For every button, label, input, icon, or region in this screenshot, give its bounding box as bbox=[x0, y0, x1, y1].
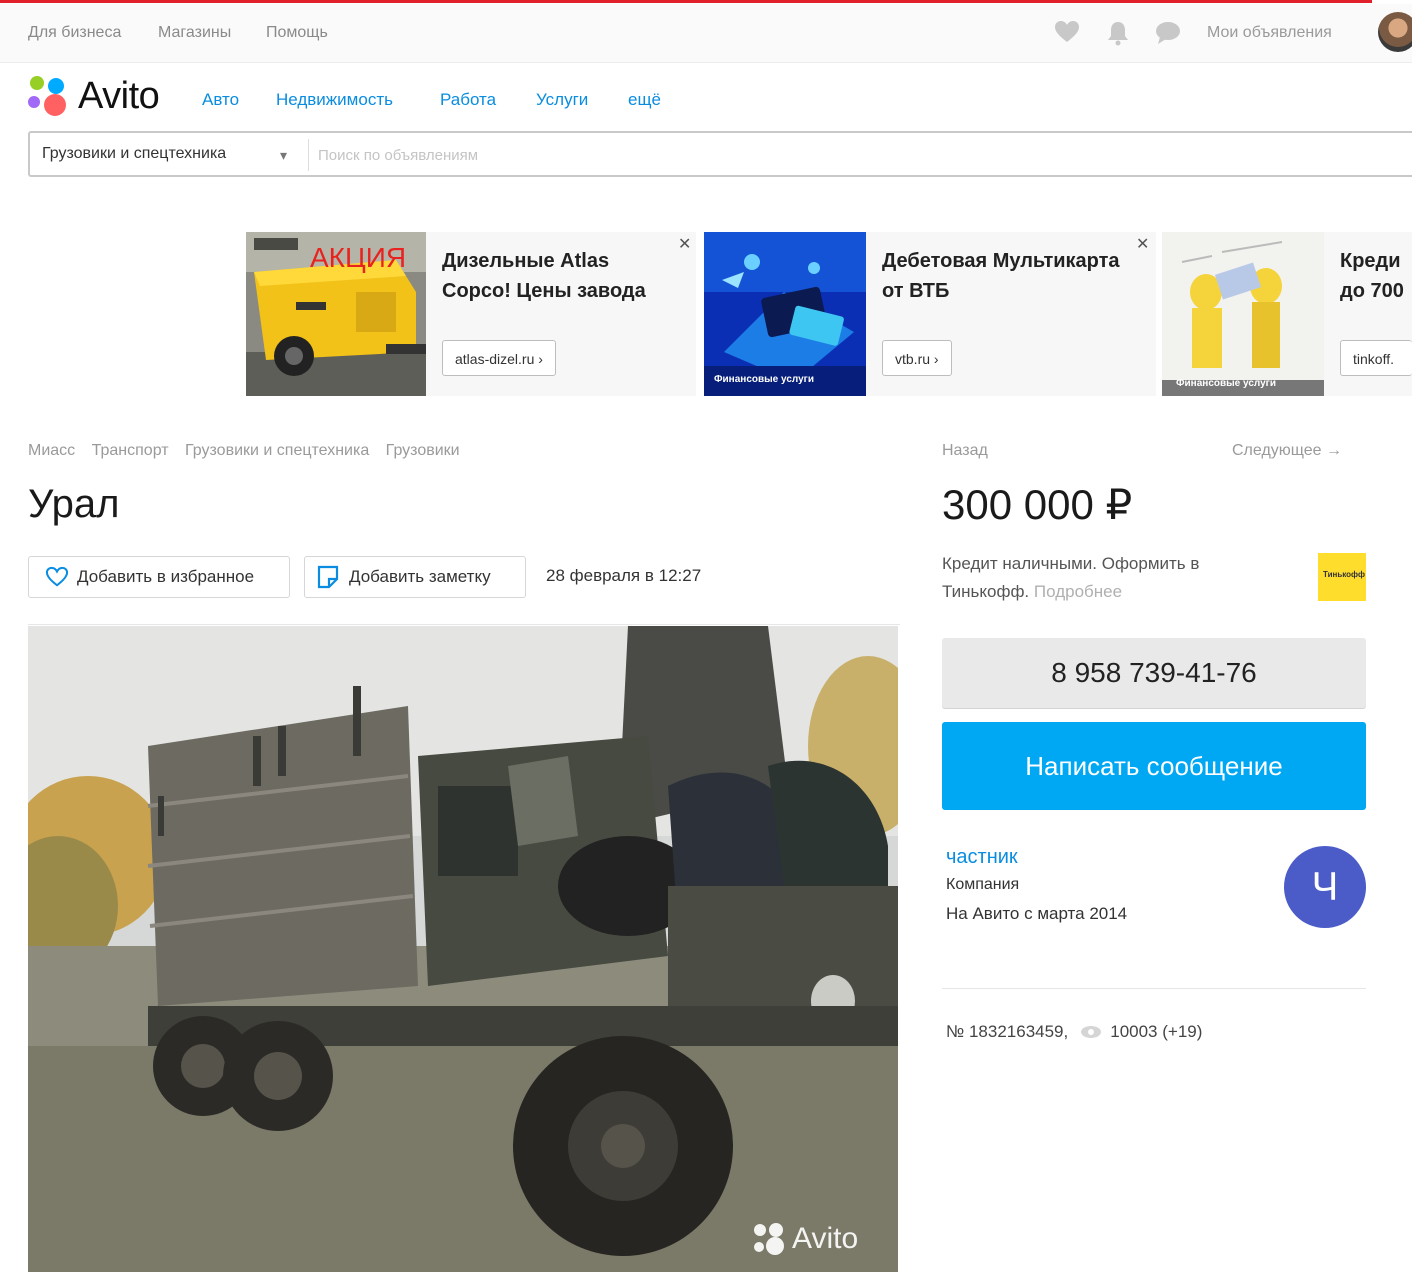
send-message-button[interactable]: Написать сообщение bbox=[942, 722, 1366, 810]
tinkoff-logo[interactable]: Тинькофф bbox=[1318, 553, 1366, 601]
logo-wordmark: Avito bbox=[78, 74, 160, 117]
ad-promo-badge: АКЦИЯ bbox=[310, 242, 407, 273]
breadcrumb-item[interactable]: Грузовики bbox=[386, 442, 460, 459]
show-phone-button[interactable]: 8 958 739-41-76 bbox=[942, 638, 1366, 708]
breadcrumb-item[interactable]: Миасс bbox=[28, 442, 75, 459]
heart-icon[interactable] bbox=[1054, 20, 1080, 49]
chat-icon[interactable] bbox=[1154, 20, 1182, 51]
top-utility-bar: Для бизнеса Магазины Помощь Мои объявлен… bbox=[0, 4, 1412, 63]
nav-realty[interactable]: Недвижимость bbox=[276, 90, 393, 110]
views-count: 10003 (+19) bbox=[1110, 1022, 1203, 1041]
search-input[interactable] bbox=[316, 139, 1020, 171]
add-note-label: Добавить заметку bbox=[349, 567, 491, 586]
ad-vtb-title[interactable]: Дебетовая Мультикарта от ВТБ bbox=[882, 246, 1142, 306]
my-ads-link[interactable]: Мои объявления bbox=[1207, 24, 1332, 42]
ad-meta: № 1832163459, 10003 (+19) bbox=[946, 1022, 1202, 1042]
price: 300 000 ₽ bbox=[942, 481, 1133, 528]
ad-vtb-button[interactable]: vtb.ru › bbox=[882, 340, 952, 376]
watermark-dots-icon bbox=[754, 1223, 784, 1255]
note-icon bbox=[317, 565, 339, 589]
avito-watermark: Avito bbox=[752, 1222, 858, 1256]
nav-jobs[interactable]: Работа bbox=[440, 90, 496, 110]
for-business-link[interactable]: Для бизнеса bbox=[28, 24, 121, 42]
ad-banner-atlas[interactable]: АКЦИЯ Дизельные Atlas Copco! Цены завода… bbox=[246, 232, 696, 396]
user-avatar[interactable] bbox=[1378, 12, 1412, 52]
breadcrumb: Миасс Транспорт Грузовики и спецтехника … bbox=[28, 442, 472, 460]
close-icon[interactable]: ✕ bbox=[1136, 234, 1149, 254]
next-link[interactable]: Следующее → bbox=[1232, 442, 1342, 460]
close-icon[interactable]: ✕ bbox=[678, 234, 691, 254]
divider bbox=[28, 624, 900, 625]
eye-icon bbox=[1080, 1025, 1102, 1039]
ad-banner-tinkoff[interactable]: Финансовые услуги Креди до 700 tinkoff. bbox=[1162, 232, 1412, 396]
add-favorite-button[interactable]: Добавить в избранное bbox=[28, 556, 290, 598]
ad-banner-vtb[interactable]: Финансовые услуги Дебетовая Мультикарта … bbox=[704, 232, 1156, 396]
seller-avatar[interactable]: Ч bbox=[1284, 846, 1366, 928]
watermark-text: Avito bbox=[792, 1222, 859, 1255]
seller-type: Компания bbox=[946, 876, 1020, 893]
listing-photo[interactable]: Avito bbox=[28, 626, 898, 1272]
listing-date: 28 февраля в 12:27 bbox=[546, 566, 702, 585]
back-link[interactable]: Назад bbox=[942, 442, 988, 460]
bell-icon[interactable] bbox=[1106, 20, 1130, 51]
seller-since: На Авито с марта 2014 bbox=[946, 904, 1128, 923]
heart-outline-icon bbox=[45, 566, 69, 588]
search-divider bbox=[308, 139, 309, 171]
tinkoff-logo-text: Тинькофф bbox=[1323, 570, 1366, 579]
add-note-button[interactable]: Добавить заметку bbox=[304, 556, 526, 598]
credit-more-link[interactable]: Подробнее bbox=[1034, 582, 1122, 601]
ad-tinkoff-title[interactable]: Креди до 700 bbox=[1340, 246, 1410, 306]
nav-auto[interactable]: Авто bbox=[202, 90, 239, 110]
help-link[interactable]: Помощь bbox=[266, 24, 328, 42]
ad-tinkoff-image bbox=[1162, 232, 1324, 396]
breadcrumb-item[interactable]: Грузовики и спецтехника bbox=[185, 442, 369, 459]
ad-atlas-button[interactable]: atlas-dizel.ru › bbox=[442, 340, 556, 376]
top-accent-line bbox=[0, 0, 1372, 3]
divider bbox=[942, 988, 1366, 989]
avito-logo[interactable]: Avito bbox=[28, 74, 160, 118]
nav-services[interactable]: Услуги bbox=[536, 90, 588, 110]
ad-vtb-image bbox=[704, 232, 866, 396]
add-favorite-label: Добавить в избранное bbox=[77, 567, 255, 586]
chevron-down-icon[interactable]: ▾ bbox=[280, 147, 287, 164]
credit-offer: Кредит наличными. Оформить в Тинькофф. П… bbox=[942, 550, 1262, 606]
shops-link[interactable]: Магазины bbox=[158, 24, 231, 42]
search-bar: Грузовики и спецтехника ▾ bbox=[28, 131, 1412, 177]
breadcrumb-item[interactable]: Транспорт bbox=[92, 442, 169, 459]
seller-name-link[interactable]: частник bbox=[946, 846, 1018, 869]
ad-tinkoff-button[interactable]: tinkoff. bbox=[1340, 340, 1412, 376]
category-select[interactable]: Грузовики и спецтехника bbox=[42, 145, 226, 163]
ad-vtb-caption: Финансовые услуги bbox=[714, 374, 814, 385]
ad-atlas-title[interactable]: Дизельные Atlas Copco! Цены завода bbox=[442, 246, 682, 306]
logo-dots-icon bbox=[28, 74, 72, 118]
ad-tinkoff-caption: Финансовые услуги bbox=[1176, 378, 1276, 389]
page-title: Урал bbox=[28, 482, 120, 526]
nav-more[interactable]: ещё bbox=[628, 90, 661, 110]
ad-number: № 1832163459, bbox=[946, 1022, 1069, 1041]
